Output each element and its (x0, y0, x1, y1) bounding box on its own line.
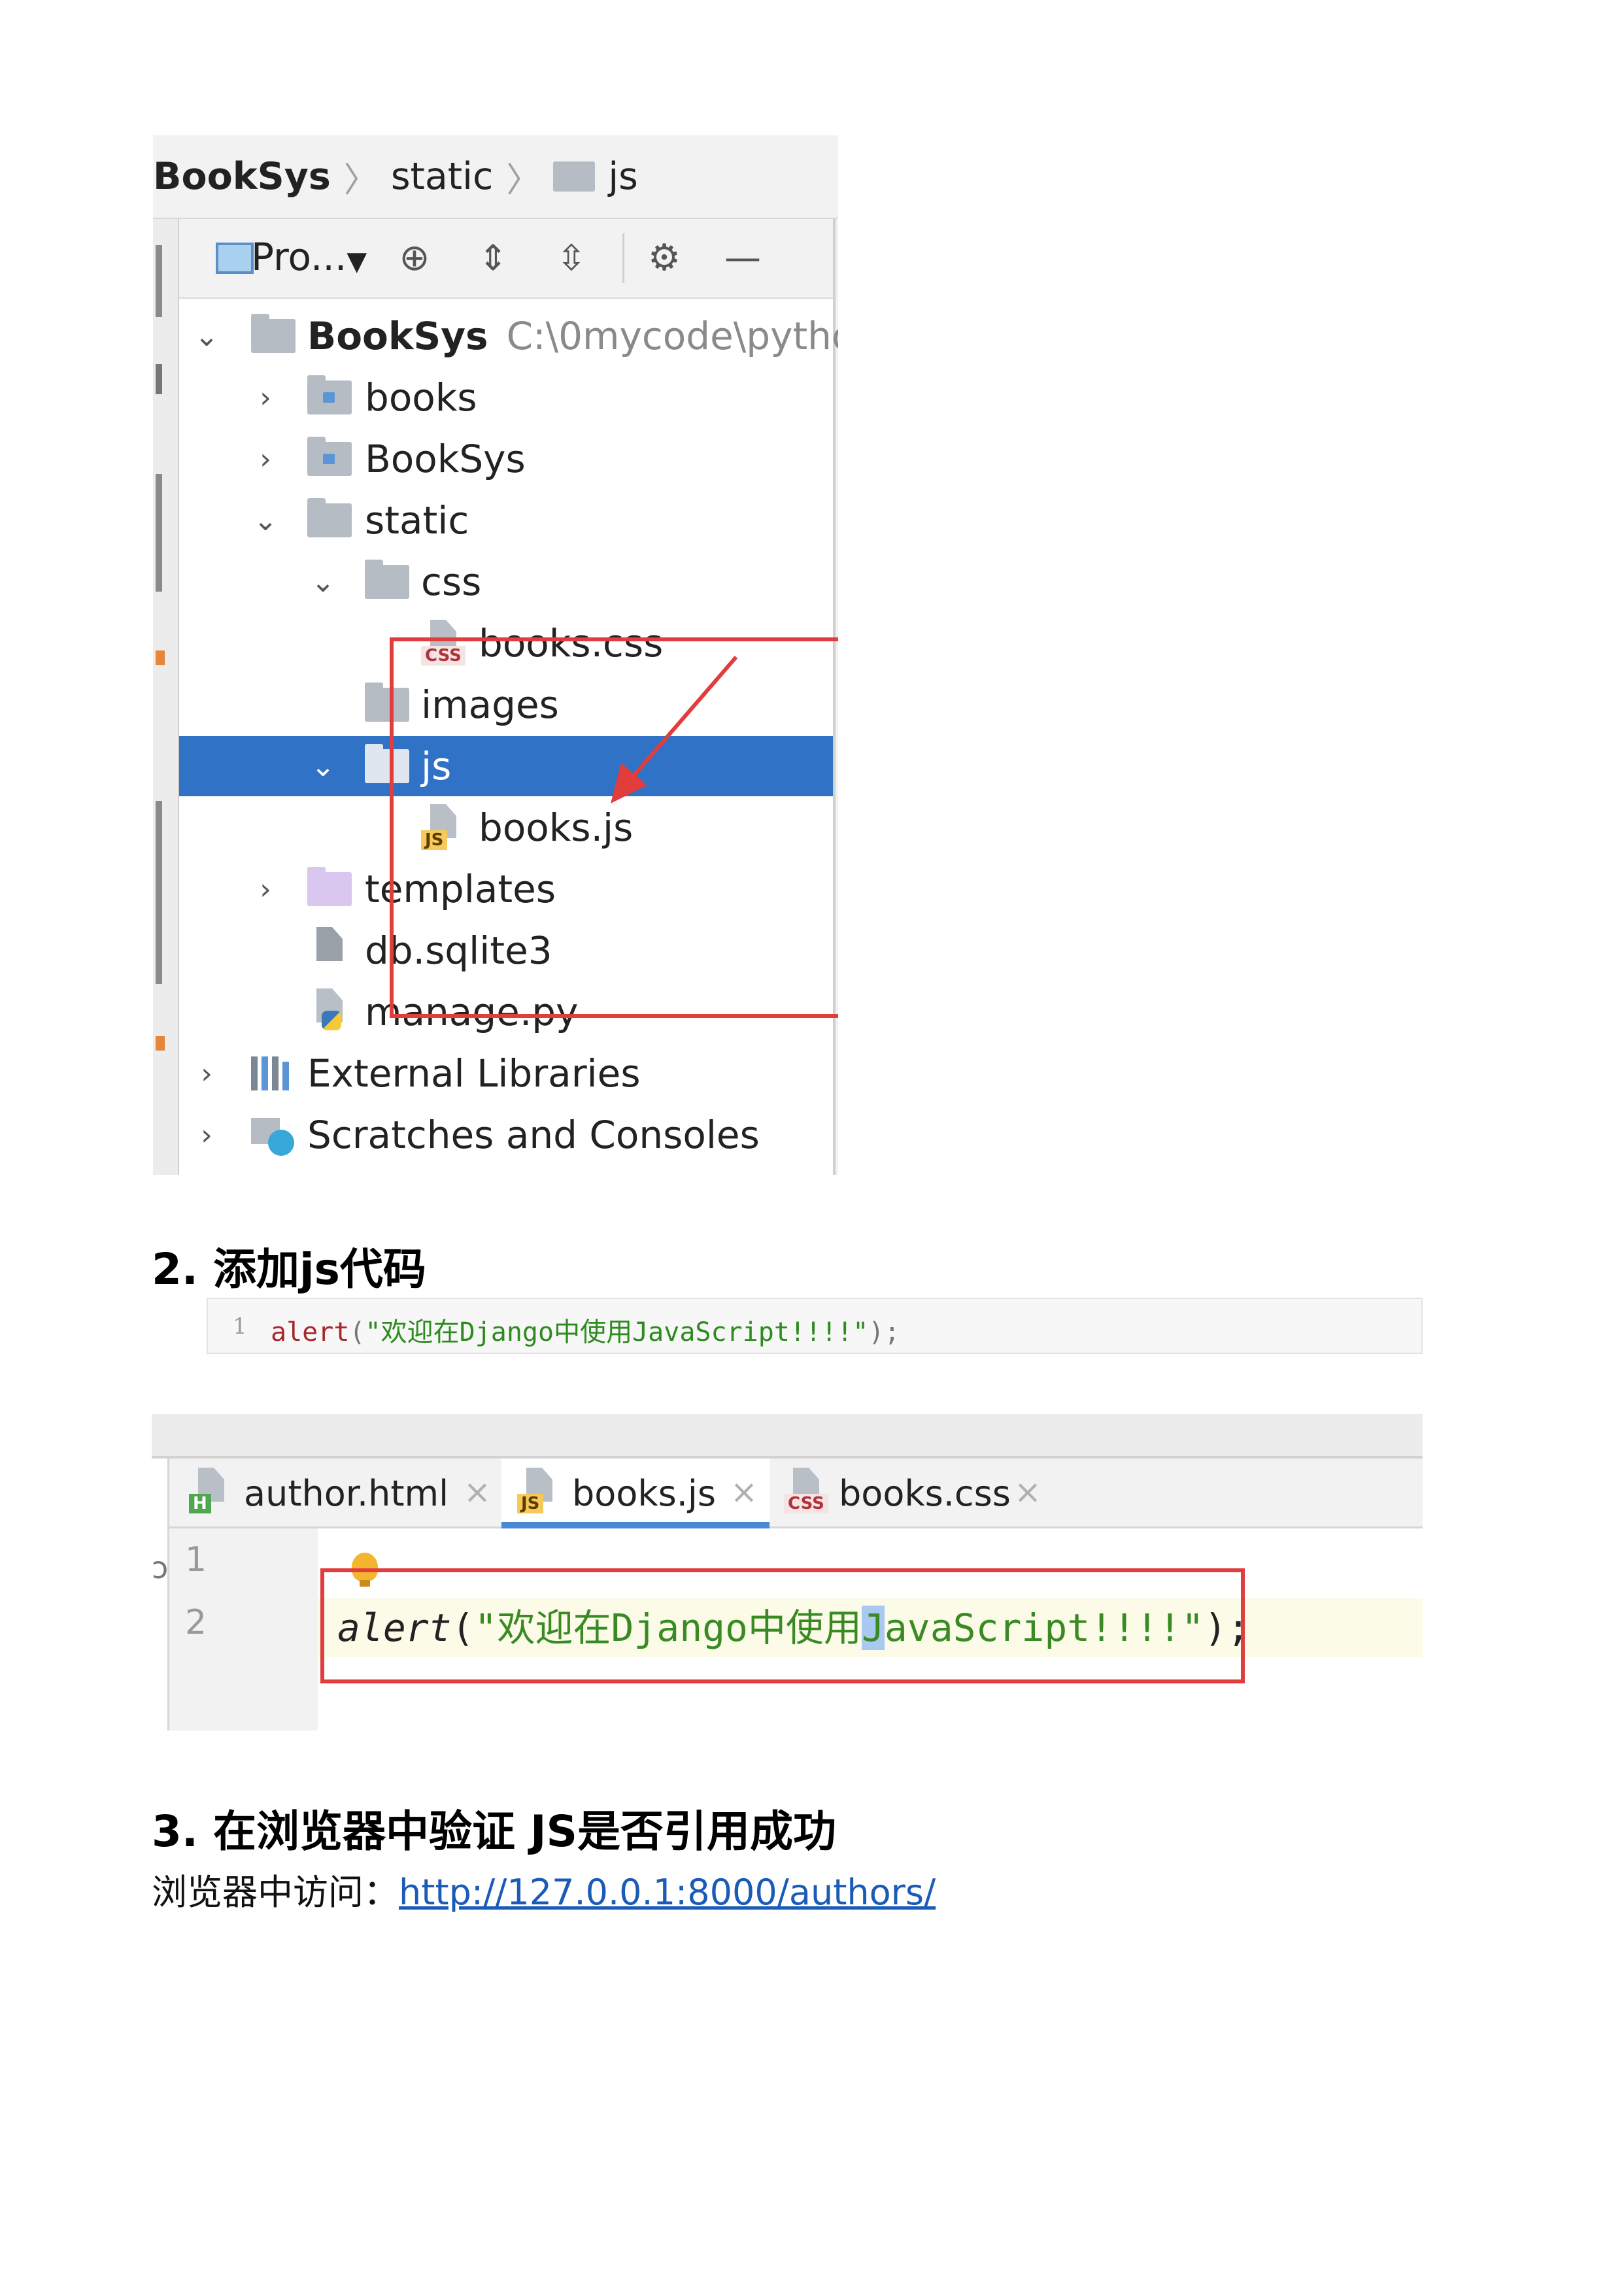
tab-label: author.html (244, 1473, 449, 1514)
paragraph: 浏览器中访问：http://127.0.0.1:8000/authors/ (152, 1863, 936, 1915)
close-icon[interactable]: × (464, 1473, 491, 1511)
tab-label: books.js (572, 1473, 717, 1514)
paragraph-text: 浏览器中访问： (152, 1872, 399, 1913)
code-line: alert("欢迎在Django中使用JavaScript!!!!"); (271, 1311, 900, 1349)
code-block: 1 alert("欢迎在Django中使用JavaScript!!!!"); (207, 1298, 1423, 1354)
active-tab-indicator (501, 1522, 770, 1528)
css-file-icon: CSS (784, 1468, 828, 1515)
editor-tab-bar: H author.html × JS books.js × CSS books.… (167, 1459, 1423, 1528)
close-icon[interactable]: × (1014, 1473, 1041, 1511)
authors-link[interactable]: http://127.0.0.1:8000/authors/ (399, 1872, 936, 1913)
code-punctuation: ( (349, 1317, 365, 1347)
section-heading-2: 2. 添加js代码 (152, 1244, 426, 1294)
tab-books-js[interactable]: JS books.js × (501, 1459, 770, 1528)
close-icon[interactable]: × (730, 1473, 758, 1511)
line-number: 1 (185, 1540, 207, 1579)
highlight-box (320, 1568, 1245, 1683)
line-number: 2 (185, 1603, 207, 1642)
section-heading-3: 3. 在浏览器中验证 JS是否引用成功 (152, 1806, 837, 1857)
html-file-icon: H (189, 1468, 231, 1515)
tab-books-css[interactable]: CSS books.css × (773, 1459, 1048, 1527)
tab-author-html[interactable]: H author.html × (169, 1459, 496, 1527)
project-tree-screenshot: BookSys 〉 static 〉 js Pro...▼ ⊕ ⇕ ⇳ ⚙ — … (153, 135, 838, 1175)
code-function: alert (271, 1317, 350, 1347)
editor-screenshot: H author.html × JS books.js × CSS books.… (152, 1414, 1423, 1730)
code-string: "欢迎在Django中使用JavaScript!!!!" (365, 1317, 869, 1347)
tab-label: books.css (839, 1473, 1011, 1514)
code-punctuation: ); (868, 1317, 900, 1347)
annotation-arrow-icon (611, 656, 738, 803)
editor-gutter: 1 2 (167, 1528, 318, 1730)
editor-top-bar (152, 1414, 1423, 1459)
line-number: 1 (233, 1313, 247, 1340)
js-file-icon: JS (517, 1468, 559, 1515)
